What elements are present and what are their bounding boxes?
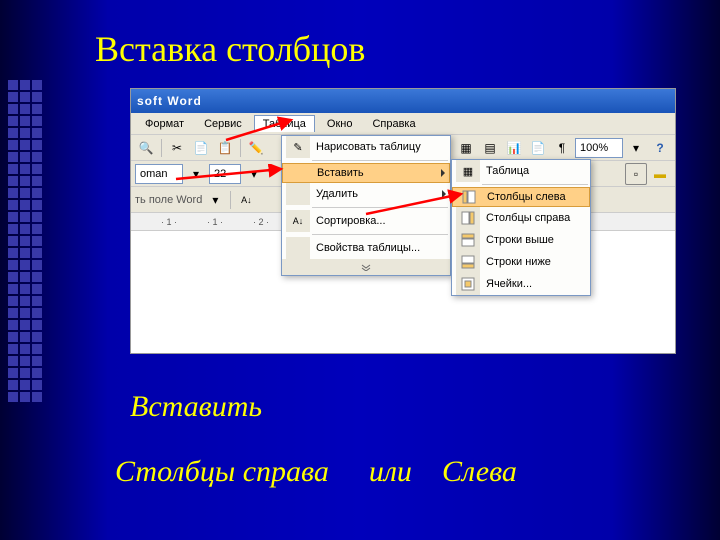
slide-title: Вставка столбцов <box>95 28 365 70</box>
submenu-item-table[interactable]: ▦ Таблица <box>452 160 590 182</box>
draw-table-icon[interactable]: ✏️ <box>245 137 267 159</box>
submenu-arrow-icon <box>442 190 446 198</box>
paste-icon[interactable]: 📋 <box>214 137 236 159</box>
blank-icon <box>287 162 311 184</box>
copy-icon[interactable]: 📄 <box>190 137 212 159</box>
table-icon[interactable]: ▤ <box>479 137 501 159</box>
insert-col-left-icon <box>457 186 481 208</box>
menu-table[interactable]: Таблица <box>254 115 315 132</box>
insert-row-above-icon <box>456 229 480 251</box>
blank-icon <box>286 237 310 259</box>
insert-row-below-icon <box>456 251 480 273</box>
font-name-input[interactable]: oman <box>135 164 183 184</box>
chart-icon[interactable]: 📊 <box>503 137 525 159</box>
submenu-item-cells[interactable]: Ячейки... <box>452 273 590 295</box>
zoom-dropdown-icon[interactable]: ▾ <box>625 137 647 159</box>
menu-item-draw-table[interactable]: ✎ Нарисовать таблицу <box>282 136 450 158</box>
table-grid-icon: ▦ <box>456 160 480 182</box>
search-icon[interactable]: 🔍 <box>135 137 157 159</box>
size-dropdown-icon[interactable]: ▾ <box>243 163 265 185</box>
cut-icon[interactable]: ✂ <box>166 137 188 159</box>
font-size-input[interactable]: 22 <box>209 164 241 184</box>
submenu-item-cols-right[interactable]: Столбцы справа <box>452 207 590 229</box>
blank-icon <box>286 183 310 205</box>
submenu-item-cols-left[interactable]: Столбцы слева <box>452 187 590 207</box>
word-field-label[interactable]: ть поле Word <box>135 194 202 206</box>
menu-window[interactable]: Окно <box>319 116 361 132</box>
slide-decoration-dots <box>8 80 48 402</box>
menu-expand-icon[interactable] <box>282 259 450 275</box>
caption-columns: Столбцы справаилиСлева <box>115 455 517 489</box>
insert-col-right-icon <box>456 207 480 229</box>
menu-item-delete[interactable]: Удалить <box>282 183 450 205</box>
menu-format[interactable]: Формат <box>137 116 192 132</box>
menu-help[interactable]: Справка <box>364 116 423 132</box>
dropdown-table: ✎ Нарисовать таблицу Вставить Удалить A↓… <box>281 135 451 276</box>
menu-item-sort[interactable]: A↓ Сортировка... <box>282 210 450 232</box>
columns-icon[interactable]: ▦ <box>455 137 477 159</box>
submenu-item-rows-below[interactable]: Строки ниже <box>452 251 590 273</box>
dropdown-insert-submenu: ▦ Таблица Столбцы слева Столбцы справа С… <box>451 159 591 296</box>
zoom-input[interactable]: 100% <box>575 138 623 158</box>
paragraph-icon[interactable]: ¶ <box>551 137 573 159</box>
word-window: soft Word Формат Сервис Таблица Окно Спр… <box>130 88 676 354</box>
font-dropdown-icon[interactable]: ▾ <box>185 163 207 185</box>
submenu-arrow-icon <box>441 169 445 177</box>
sort-icon: A↓ <box>286 210 310 232</box>
pencil-icon: ✎ <box>286 136 310 158</box>
border-icon[interactable]: ▫ <box>625 163 647 185</box>
field-dropdown-icon[interactable]: ▾ <box>204 189 226 211</box>
sort-az-icon[interactable]: A↓ <box>235 189 257 211</box>
menu-item-insert[interactable]: Вставить <box>282 163 450 183</box>
window-titlebar: soft Word <box>131 89 675 113</box>
menu-item-properties[interactable]: Свойства таблицы... <box>282 237 450 259</box>
doc-icon[interactable]: 📄 <box>527 137 549 159</box>
help-icon[interactable]: ? <box>649 137 671 159</box>
menubar: Формат Сервис Таблица Окно Справка <box>131 113 675 135</box>
caption-insert: Вставить <box>130 390 262 424</box>
insert-cells-icon <box>456 273 480 295</box>
submenu-item-rows-above[interactable]: Строки выше <box>452 229 590 251</box>
highlight-icon[interactable]: ▬ <box>649 163 671 185</box>
menu-tools[interactable]: Сервис <box>196 116 250 132</box>
